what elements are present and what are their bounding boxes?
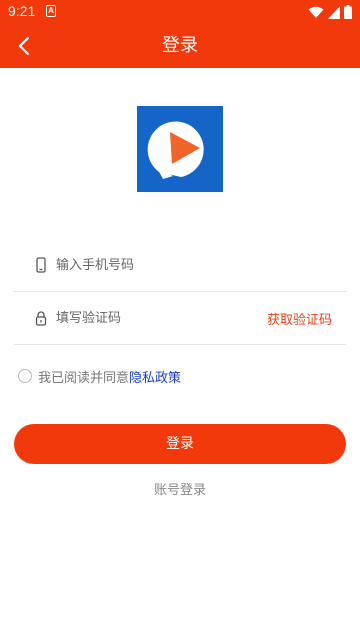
- login-button[interactable]: 登录: [14, 424, 346, 464]
- play-logo-icon: [147, 121, 204, 179]
- phone-input[interactable]: [56, 252, 256, 278]
- app-logo: [137, 106, 223, 192]
- status-icons: [308, 4, 352, 20]
- phone-icon: [36, 257, 46, 273]
- lock-icon: [35, 311, 47, 326]
- get-code-button[interactable]: 获取验证码: [267, 309, 332, 328]
- privacy-policy-link[interactable]: 隐私政策: [129, 367, 181, 386]
- cellular-signal-icon: [328, 5, 340, 19]
- status-bar: 9:21 A: [0, 0, 360, 24]
- agreement-text: 我已阅读并同意: [38, 370, 130, 386]
- page-title: 登录: [162, 35, 198, 56]
- notification-badge-icon: A: [46, 5, 56, 17]
- code-field-row: 获取验证码: [14, 291, 346, 345]
- status-time: 9:21: [8, 3, 36, 19]
- account-login-link[interactable]: 账号登录: [0, 479, 360, 498]
- back-arrow-icon: [18, 36, 30, 56]
- verification-code-input[interactable]: [56, 305, 256, 331]
- header-bar: 9:21 A 登录: [0, 0, 360, 68]
- agree-checkbox[interactable]: [18, 369, 32, 383]
- battery-icon: [344, 5, 352, 19]
- toolbar: 登录: [0, 24, 360, 68]
- back-button[interactable]: [8, 30, 40, 62]
- agreement-row: 我已阅读并同意 隐私政策: [18, 366, 181, 386]
- wifi-icon: [308, 6, 324, 18]
- phone-field-row: [14, 238, 346, 292]
